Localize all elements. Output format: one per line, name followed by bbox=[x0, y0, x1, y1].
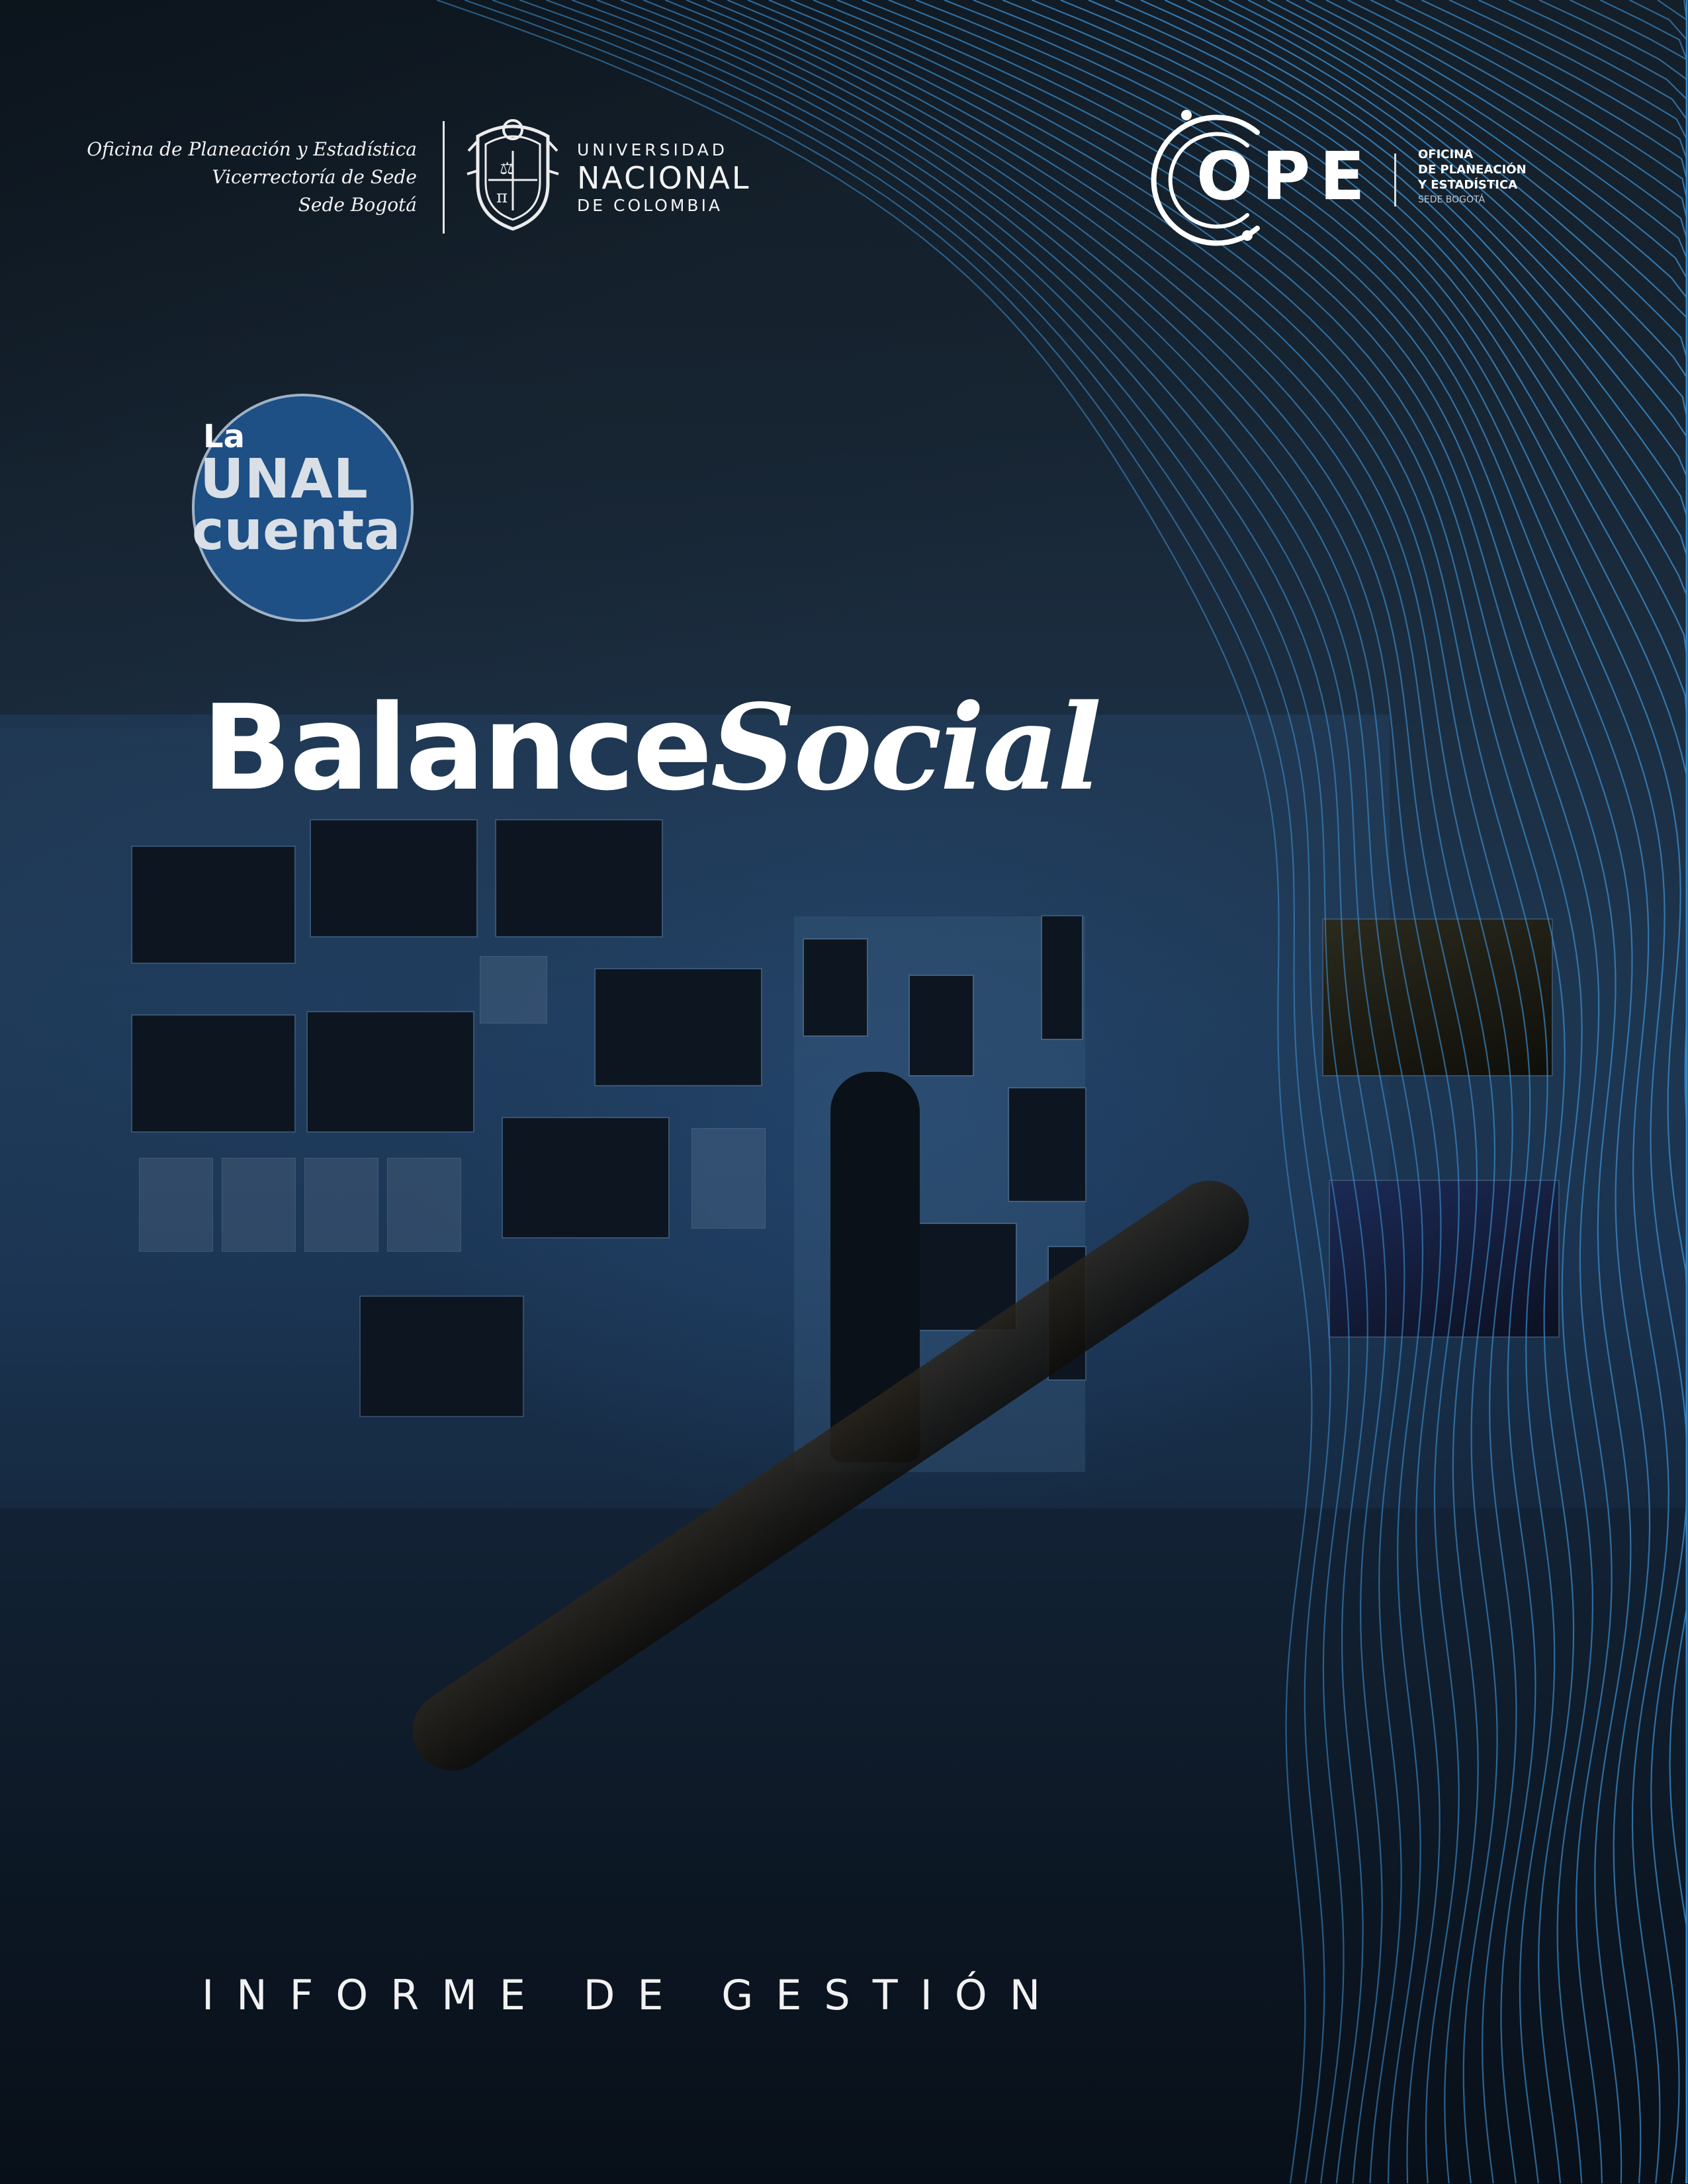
wave-line bbox=[1266, 0, 1688, 2183]
wave-line bbox=[1370, 0, 1688, 2183]
ope-office-name: OFICINA DE PLANEACIÓN Y ESTADÍSTICA SEDE… bbox=[1418, 147, 1527, 208]
wave-line bbox=[1570, 0, 1688, 2183]
university-wordmark: UNIVERSIDAD NACIONAL DE COLOMBIA bbox=[577, 140, 750, 216]
report-subtitle: INFORME DE GESTIÓN bbox=[202, 1971, 1063, 2019]
wave-line bbox=[1448, 0, 1688, 2183]
university-line3: DE COLOMBIA bbox=[577, 196, 723, 215]
ope-sede: SEDE BOGOTÁ bbox=[1418, 195, 1486, 205]
office-line: Vicerrectoría de Sede bbox=[212, 166, 417, 188]
title-bold: Balance bbox=[202, 679, 713, 816]
report-cover: Oficina de Planeación y Estadística Vice… bbox=[0, 0, 1688, 2184]
wave-line bbox=[1478, 0, 1688, 2183]
wave-line bbox=[1060, 0, 1688, 2183]
wave-line bbox=[686, 0, 1498, 2184]
ope-divider bbox=[1394, 153, 1396, 206]
wave-line bbox=[768, 0, 1575, 2184]
office-line: Oficina de Planeación y Estadística bbox=[87, 138, 417, 160]
wave-line bbox=[1088, 0, 1688, 2183]
badge-cuenta-text: cuenta bbox=[192, 500, 401, 562]
svg-text:π: π bbox=[496, 187, 508, 207]
wave-line bbox=[915, 0, 1688, 2184]
wave-line bbox=[492, 0, 1350, 2184]
university-line1: UNIVERSIDAD bbox=[577, 140, 729, 159]
wave-line bbox=[464, 0, 1331, 2184]
header-divider bbox=[443, 121, 445, 234]
wave-line bbox=[1657, 0, 1688, 2183]
wave-line bbox=[620, 0, 1442, 2184]
wave-line bbox=[1629, 0, 1688, 2183]
title-italic: Social bbox=[710, 678, 1102, 816]
wave-line bbox=[436, 0, 1313, 2184]
page-title: BalanceSocial bbox=[202, 678, 1102, 816]
wave-line bbox=[1228, 0, 1688, 2183]
wave-line bbox=[664, 0, 1479, 2184]
svg-text:⚖: ⚖ bbox=[500, 159, 515, 179]
wave-line bbox=[1421, 0, 1688, 2183]
wave-lines-decoration bbox=[436, 0, 1688, 2184]
ope-line: Y ESTADÍSTICA bbox=[1418, 178, 1518, 192]
wave-line bbox=[1002, 0, 1688, 2183]
ope-line: OFICINA bbox=[1418, 148, 1474, 161]
university-line2: NACIONAL bbox=[577, 160, 751, 196]
wave-line bbox=[1186, 0, 1688, 2183]
university-shield-icon: ⚖ π bbox=[466, 119, 559, 231]
wave-line bbox=[888, 0, 1669, 2184]
ope-acronym: OPE bbox=[1196, 138, 1374, 215]
wave-line bbox=[706, 0, 1517, 2184]
office-name: Oficina de Planeación y Estadística Vice… bbox=[86, 136, 417, 219]
ope-line: DE PLANEACIÓN bbox=[1418, 163, 1527, 177]
office-line: Sede Bogotá bbox=[298, 194, 417, 216]
wave-line bbox=[727, 0, 1536, 2184]
wave-line bbox=[546, 0, 1387, 2184]
wave-line bbox=[519, 0, 1368, 2184]
